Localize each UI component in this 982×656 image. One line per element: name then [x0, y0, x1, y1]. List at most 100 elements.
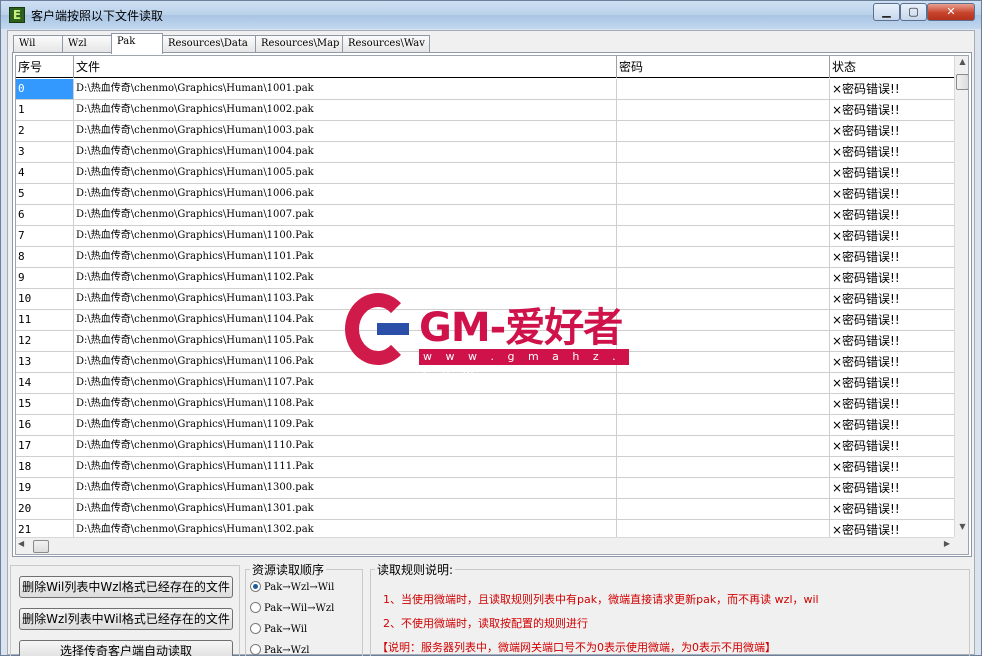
cell-file: D:\热血传奇\chenmo\Graphics\Human\1102.Pak	[74, 268, 617, 288]
tab-wzl[interactable]: Wzl	[62, 35, 112, 53]
column-header-index[interactable]: 序号	[16, 56, 74, 78]
cell-file: D:\热血传奇\chenmo\Graphics\Human\1111.Pak	[74, 457, 617, 477]
cell-password[interactable]	[617, 331, 830, 351]
vertical-scrollbar[interactable]: ▲ ▼	[954, 56, 968, 537]
cell-password[interactable]	[617, 163, 830, 183]
table-row[interactable]: 9 D:\热血传奇\chenmo\Graphics\Human\1102.Pak ×…	[16, 268, 956, 289]
cell-status: ×密码错误!!	[832, 502, 900, 516]
table-row[interactable]: 4 D:\热血传奇\chenmo\Graphics\Human\1005.pak ×…	[16, 163, 956, 184]
radio-unselected-icon	[250, 644, 261, 655]
bottom-panel: 删除Wil列表中Wzl格式已经存在的文件 删除Wzl列表中Wil格式已经存在的文…	[8, 559, 974, 656]
table-row[interactable]: 5 D:\热血传奇\chenmo\Graphics\Human\1006.pak ×…	[16, 184, 956, 205]
rule-line-3: 【说明：服务器列表中，微端网关端口号不为0表示使用微端，为0表示不用微端】	[377, 641, 776, 654]
rule-line-2: 2、不使用微端时，读取按配置的规则进行	[383, 617, 588, 630]
tab-resources-map[interactable]: Resources\Map	[255, 35, 343, 53]
cell-password[interactable]	[617, 352, 830, 372]
delete-wil-duplicates-button[interactable]: 删除Wil列表中Wzl格式已经存在的文件	[19, 576, 233, 598]
cell-password[interactable]	[617, 478, 830, 498]
table-row[interactable]: 7 D:\热血传奇\chenmo\Graphics\Human\1100.Pak ×…	[16, 226, 956, 247]
cell-status: ×密码错误!!	[832, 313, 900, 327]
minimize-button[interactable]: ▁	[873, 3, 900, 21]
column-header-file[interactable]: 文件	[74, 56, 617, 78]
column-header-password[interactable]: 密码	[617, 56, 830, 78]
radio-pak-wzl[interactable]: Pak→Wzl	[250, 643, 309, 656]
cell-password[interactable]	[617, 226, 830, 246]
cell-password[interactable]	[617, 79, 830, 99]
title-bar[interactable]: E 客户端按照以下文件读取 ▁ ▢ ✕	[1, 1, 981, 29]
watermark-g-bar	[377, 323, 409, 335]
table-row[interactable]: 2 D:\热血传奇\chenmo\Graphics\Human\1003.pak ×…	[16, 121, 956, 142]
cell-password[interactable]	[617, 415, 830, 435]
tab-resources-data[interactable]: Resources\Data	[162, 35, 256, 53]
radio-pak-wil[interactable]: Pak→Wil	[250, 622, 307, 638]
cell-file: D:\热血传奇\chenmo\Graphics\Human\1002.pak	[74, 100, 617, 120]
cell-index: 0	[16, 79, 74, 99]
cell-status: ×密码错误!!	[832, 376, 900, 390]
table-row[interactable]: 8 D:\热血传奇\chenmo\Graphics\Human\1101.Pak ×…	[16, 247, 956, 268]
rules-group: 读取规则说明: 1、当使用微端时，且读取规则列表中有pak，微端直接请求更新pa…	[370, 561, 970, 656]
cell-password[interactable]	[617, 373, 830, 393]
cell-password[interactable]	[617, 499, 830, 519]
table-row[interactable]: 18 D:\热血传奇\chenmo\Graphics\Human\1111.Pak…	[16, 457, 956, 478]
cell-password[interactable]	[617, 436, 830, 456]
tab-pak[interactable]: Pak	[111, 33, 163, 54]
maximize-button[interactable]: ▢	[900, 3, 927, 21]
cell-index: 18	[16, 457, 74, 477]
cell-password[interactable]	[617, 247, 830, 267]
cell-index: 2	[16, 121, 74, 141]
cell-password[interactable]	[617, 394, 830, 414]
cell-index: 10	[16, 289, 74, 309]
cell-index: 19	[16, 478, 74, 498]
tab-resources-wav[interactable]: Resources\Wav	[342, 35, 430, 53]
cell-file: D:\热血传奇\chenmo\Graphics\Human\1301.pak	[74, 499, 617, 519]
scroll-left-arrow-icon[interactable]: ◀	[18, 539, 24, 548]
horizontal-scrollbar[interactable]: ◀ ▶	[16, 537, 954, 554]
cell-password[interactable]	[617, 268, 830, 288]
app-icon: E	[9, 7, 25, 23]
table-row[interactable]: 6 D:\热血传奇\chenmo\Graphics\Human\1007.pak ×…	[16, 205, 956, 226]
radio-pak-wil-wzl[interactable]: Pak→Wil→Wzl	[250, 601, 334, 617]
cell-password[interactable]	[617, 142, 830, 162]
table-row[interactable]: 19 D:\热血传奇\chenmo\Graphics\Human\1300.pak…	[16, 478, 956, 499]
cell-file: D:\热血传奇\chenmo\Graphics\Human\1101.Pak	[74, 247, 617, 267]
table-row[interactable]: 3 D:\热血传奇\chenmo\Graphics\Human\1004.pak ×…	[16, 142, 956, 163]
cell-password[interactable]	[617, 289, 830, 309]
cell-password[interactable]	[617, 205, 830, 225]
cell-password[interactable]	[617, 100, 830, 120]
window-title: 客户端按照以下文件读取	[31, 9, 164, 23]
cell-status: ×密码错误!!	[832, 82, 900, 96]
table-row[interactable]: 15 D:\热血传奇\chenmo\Graphics\Human\1108.Pak…	[16, 394, 956, 415]
tab-wil[interactable]: Wil	[13, 35, 63, 53]
table-row[interactable]: 0 D:\热血传奇\chenmo\Graphics\Human\1001.pak ×…	[16, 79, 956, 100]
vertical-scroll-thumb[interactable]	[956, 74, 968, 90]
cell-index: 8	[16, 247, 74, 267]
delete-wzl-duplicates-button[interactable]: 删除Wzl列表中Wil格式已经存在的文件	[19, 608, 233, 630]
cell-file: D:\热血传奇\chenmo\Graphics\Human\1109.Pak	[74, 415, 617, 435]
table-row[interactable]: 1 D:\热血传奇\chenmo\Graphics\Human\1002.pak ×…	[16, 100, 956, 121]
choose-client-button[interactable]: 选择传奇客户端自动读取	[19, 640, 233, 656]
cell-password[interactable]	[617, 457, 830, 477]
cell-status: ×密码错误!!	[832, 250, 900, 264]
cell-index: 6	[16, 205, 74, 225]
table-row[interactable]: 14 D:\热血传奇\chenmo\Graphics\Human\1107.Pak…	[16, 373, 956, 394]
table-row[interactable]: 16 D:\热血传奇\chenmo\Graphics\Human\1109.Pak…	[16, 415, 956, 436]
cell-password[interactable]	[617, 184, 830, 204]
cell-file: D:\热血传奇\chenmo\Graphics\Human\1005.pak	[74, 163, 617, 183]
cell-status: ×密码错误!!	[832, 145, 900, 159]
scroll-up-arrow-icon[interactable]: ▲	[955, 57, 968, 71]
cell-password[interactable]	[617, 121, 830, 141]
cell-status: ×密码错误!!	[832, 166, 900, 180]
table-row[interactable]: 20 D:\热血传奇\chenmo\Graphics\Human\1301.pak…	[16, 499, 956, 520]
cell-status: ×密码错误!!	[832, 229, 900, 243]
cell-status: ×密码错误!!	[832, 187, 900, 201]
table-row[interactable]: 17 D:\热血传奇\chenmo\Graphics\Human\1110.Pak…	[16, 436, 956, 457]
cell-index: 14	[16, 373, 74, 393]
column-header-status[interactable]: 状态	[830, 56, 956, 78]
scroll-down-arrow-icon[interactable]: ▼	[955, 522, 968, 536]
close-button[interactable]: ✕	[927, 3, 975, 21]
radio-pak-wzl-wil[interactable]: Pak→Wzl→Wil	[250, 580, 334, 596]
horizontal-scroll-thumb[interactable]	[33, 540, 49, 553]
cell-password[interactable]	[617, 310, 830, 330]
scroll-right-arrow-icon[interactable]: ▶	[944, 539, 950, 548]
cell-index: 9	[16, 268, 74, 288]
